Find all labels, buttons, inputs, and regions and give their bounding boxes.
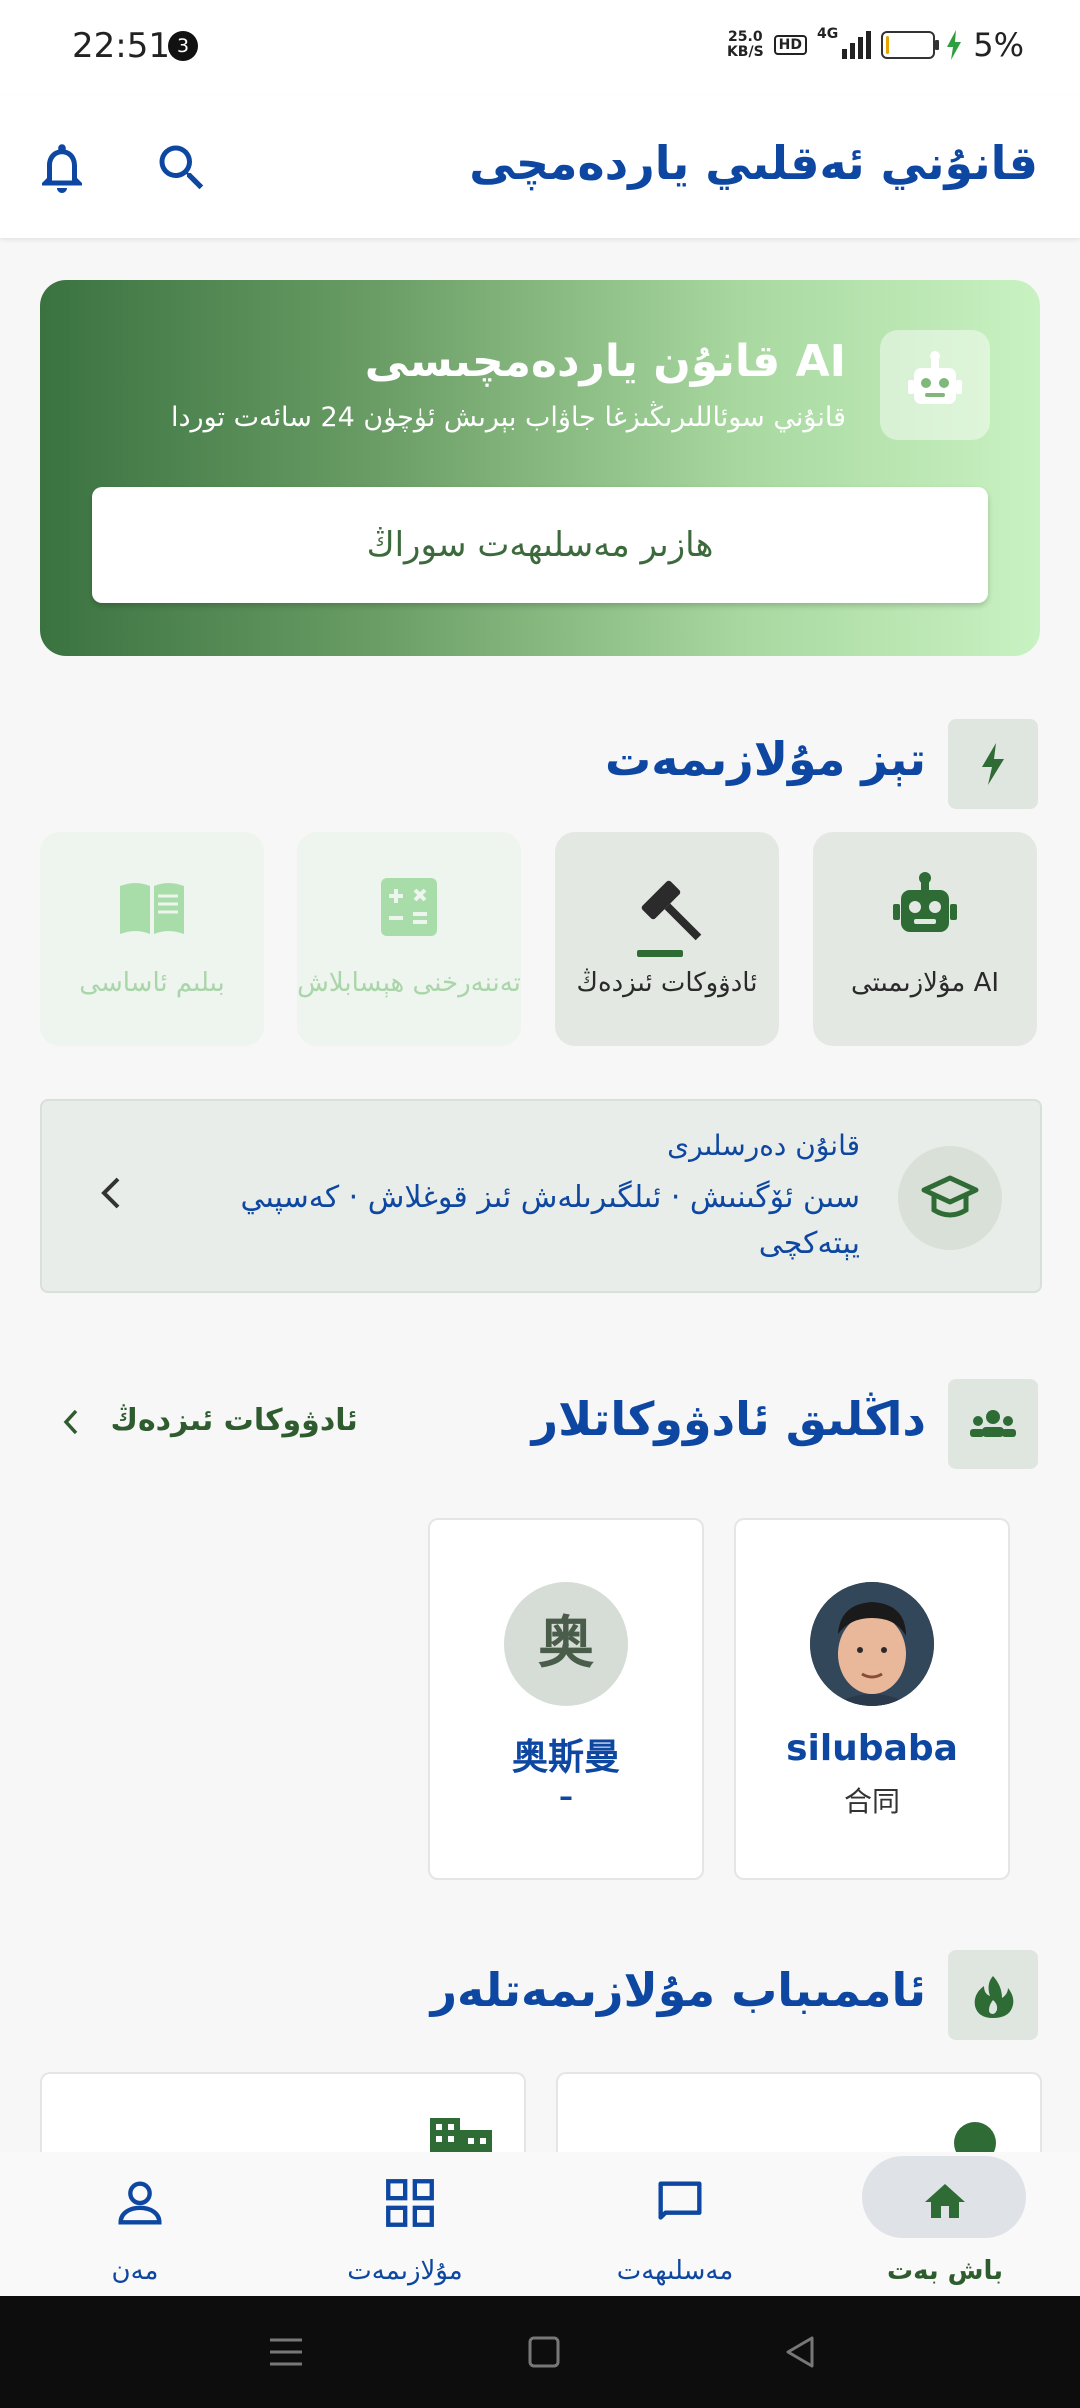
graduation-cap-icon <box>898 1146 1002 1250</box>
search-icon[interactable] <box>152 138 212 198</box>
battery-percent: 5% <box>973 26 1024 64</box>
ai-service-tile[interactable]: AI مۇلازىمىتى <box>813 832 1037 1046</box>
lawyer-specialty: – <box>559 1780 573 1813</box>
fire-icon <box>948 1950 1038 2040</box>
status-bar: 22:51 3 25.0 KB/S HD 4G 5% <box>0 0 1080 96</box>
nav-profile[interactable]: مەن <box>0 2152 270 2296</box>
avatar-initial: 奥 <box>538 1611 594 1676</box>
home-button-icon[interactable] <box>524 2332 564 2372</box>
gavel-icon <box>637 880 702 957</box>
menu-icon[interactable] <box>266 2332 306 2372</box>
lawyer-name: silubaba <box>786 1728 958 1769</box>
cost-calculator-tile[interactable]: تەننەرخنى ھېسابلاش <box>297 832 521 1046</box>
lawyer-card[interactable]: 奥 奥斯曼 – <box>428 1518 704 1880</box>
nav-label: مەسلىھەت <box>616 2256 734 2286</box>
app-header: قانۇني ئەقلىي ياردەمچى <box>0 96 1080 238</box>
grid-icon <box>386 2179 434 2227</box>
net-speed: 25.0 KB/S <box>727 30 764 60</box>
lawyer-name: 奥斯曼 <box>511 1737 620 1778</box>
popular-service-card[interactable] <box>556 2072 1042 2158</box>
notification-count-badge: 3 <box>168 31 198 61</box>
law-courses-card[interactable]: قانۇن دەرسلىرى سىن ئۆگىنىش · ئىلگىرىلەش … <box>40 1099 1042 1293</box>
avatar: 奥 <box>504 1582 628 1706</box>
tile-label: تەننەرخنى ھېسابلاش <box>297 968 521 998</box>
back-icon[interactable] <box>780 2332 820 2372</box>
nav-label: باش بەت <box>886 2256 1004 2286</box>
net-speed-value: 25.0 <box>728 29 763 45</box>
robot-icon <box>880 330 990 440</box>
nav-home[interactable]: باش بەت <box>810 2152 1080 2296</box>
banner-subtitle: قانۇني سوئاللىرىڭىزغا جاۋاب بېرىش ئۈچۈن … <box>171 402 846 433</box>
building-icon <box>430 2118 492 2154</box>
lawyer-card[interactable]: silubaba 合同 <box>734 1518 1010 1880</box>
knowledge-base-tile[interactable]: بىلىم ئاساسى <box>40 832 264 1046</box>
bottom-navigation: باش بەت مەسلىھەت مۇلازىمەت مەن <box>0 2152 1080 2296</box>
robot-icon <box>893 872 957 932</box>
find-lawyer-link[interactable]: ئادۋوكات ئىزدەڭ <box>60 1403 358 1438</box>
chevron-left-icon <box>63 1409 78 1434</box>
course-description: سىن ئۆگىنىش · ئىلگىرىلەش ئىز قوغلاش · كە… <box>240 1180 861 1261</box>
status-time: 22:51 <box>72 26 170 66</box>
nav-consult[interactable]: مەسلىھەت <box>540 2152 810 2296</box>
nav-label: مۇلازىمەت <box>347 2256 463 2286</box>
status-right-group: 25.0 KB/S HD 4G 5% <box>727 26 1024 64</box>
popular-service-card[interactable] <box>40 2072 526 2154</box>
chat-icon <box>658 2181 702 2220</box>
lawyer-specialty: 合同 <box>843 1785 900 1818</box>
tile-label: AI مۇلازىمىتى <box>850 968 1000 998</box>
find-lawyer-tile[interactable]: ئادۋوكات ئىزدەڭ <box>555 832 779 1046</box>
quick-services-title: تېز مۇلازىمەت <box>605 732 926 786</box>
hd-icon: HD <box>773 35 807 55</box>
chevron-left-icon <box>96 1173 126 1223</box>
find-lawyer-link-label: ئادۋوكات ئىزدەڭ <box>110 1403 358 1438</box>
tile-label: ئادۋوكات ئىزدەڭ <box>576 968 758 998</box>
bolt-icon <box>948 719 1038 809</box>
ai-assistant-banner[interactable]: AI قانۇن ياردەمچىسى قانۇني سوئاللىرىڭىزغ… <box>40 280 1040 656</box>
famous-lawyers-title: داڭلىق ئادۋوكاتلار <box>531 1392 926 1446</box>
nav-services[interactable]: مۇلازىمەت <box>270 2152 540 2296</box>
nav-label: مەن <box>111 2256 159 2286</box>
consult-now-button[interactable]: ھازىر مەسلىھەت سوراڭ <box>92 487 988 603</box>
network-type: 4G <box>817 26 839 42</box>
people-icon <box>948 1379 1038 1469</box>
person-icon <box>118 2181 162 2225</box>
tile-label: بىلىم ئاساسى <box>79 968 225 998</box>
net-speed-unit: KB/S <box>726 44 764 60</box>
system-navigation-bar <box>0 2296 1080 2408</box>
calculator-icon <box>381 878 437 936</box>
home-icon <box>925 2184 965 2218</box>
avatar <box>810 1582 934 1706</box>
signal-icon <box>842 31 872 59</box>
charging-icon <box>947 30 962 60</box>
bell-icon[interactable] <box>32 138 92 198</box>
banner-title: AI قانۇن ياردەمچىسى <box>364 336 846 387</box>
course-title: قانۇن دەرسلىرى <box>667 1129 860 1162</box>
battery-icon <box>881 31 940 59</box>
page-title: قانۇني ئەقلىي ياردەمچى <box>469 136 1038 190</box>
popular-services-title: ئاممىباب مۇلازىمەتلەر <box>430 1963 926 2017</box>
book-icon <box>120 883 184 934</box>
